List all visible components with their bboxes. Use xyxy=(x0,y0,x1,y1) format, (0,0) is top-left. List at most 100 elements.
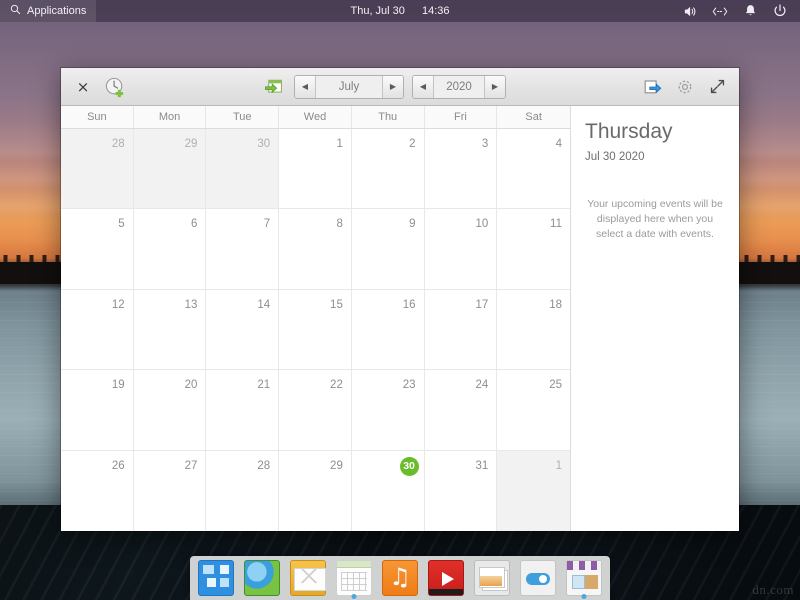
go-to-today-icon[interactable] xyxy=(262,75,286,99)
day-cell[interactable]: 7 xyxy=(206,209,280,289)
dock-item-calendar[interactable] xyxy=(336,560,372,599)
day-cell[interactable]: 5 xyxy=(61,209,134,289)
day-number: 15 xyxy=(330,298,343,311)
dock-item-music[interactable] xyxy=(382,560,418,596)
day-cell[interactable]: 23 xyxy=(351,370,425,450)
day-cell[interactable]: 18 xyxy=(497,289,570,370)
panel-clock-time: 14:36 xyxy=(421,5,450,17)
month-value: July xyxy=(316,75,382,98)
dock-item-video[interactable] xyxy=(428,560,464,596)
year-value: 2020 xyxy=(434,75,484,98)
day-cell[interactable]: 11 xyxy=(497,209,570,289)
day-cell[interactable]: 3 xyxy=(424,129,498,209)
export-icon[interactable] xyxy=(641,75,665,99)
mail-icon xyxy=(290,560,326,596)
music-icon xyxy=(382,560,418,596)
close-window-button[interactable]: × xyxy=(71,75,95,99)
day-cell[interactable]: 8 xyxy=(279,209,352,289)
top-panel: Applications Thu, Jul 30 14:36 xyxy=(0,0,800,22)
applications-menu-label: Applications xyxy=(27,5,87,17)
software-icon xyxy=(566,560,602,596)
desktop[interactable]: dn.com Applications Thu, Jul 30 14:36 × … xyxy=(0,0,800,600)
year-spinner[interactable]: ◀ 2020 ▶ xyxy=(412,74,506,99)
calendar-window[interactable]: × ◀ July ▶ ◀ 2020 ▶ Sun Mon Tue Wed Thu … xyxy=(61,68,739,531)
calendar-week-row: 19 20 21 22 23 24 25 xyxy=(61,370,570,451)
day-cell[interactable]: 1 xyxy=(497,450,570,531)
day-cell[interactable]: 20 xyxy=(133,370,207,450)
day-cell[interactable]: 31 xyxy=(424,450,498,531)
power-icon[interactable] xyxy=(772,3,788,19)
day-cell[interactable]: 22 xyxy=(279,370,352,450)
day-cell[interactable]: 12 xyxy=(61,289,134,370)
add-event-icon[interactable] xyxy=(103,75,127,99)
day-number: 25 xyxy=(549,379,562,392)
day-number: 29 xyxy=(330,459,343,472)
day-cell[interactable]: 1 xyxy=(279,129,352,209)
day-number: 30 xyxy=(257,138,271,150)
day-cell[interactable]: 19 xyxy=(61,370,134,450)
day-cell[interactable]: 27 xyxy=(133,450,207,531)
gear-icon[interactable] xyxy=(673,75,697,99)
dock-item-web-browser[interactable] xyxy=(244,560,280,596)
day-number: 10 xyxy=(475,218,489,231)
calendar-icon xyxy=(336,560,372,596)
system-tray xyxy=(682,0,800,22)
notifications-bell-icon[interactable] xyxy=(742,3,758,19)
day-cell[interactable]: 9 xyxy=(351,209,425,289)
day-cell[interactable]: 17 xyxy=(424,289,498,370)
day-cell[interactable]: 28 xyxy=(61,129,134,209)
day-cell[interactable]: 4 xyxy=(497,129,570,209)
day-cell[interactable]: 15 xyxy=(279,289,352,370)
day-cell[interactable]: 30 xyxy=(206,129,280,209)
day-cell[interactable]: 26 xyxy=(61,450,134,531)
month-prev-button[interactable]: ◀ xyxy=(295,75,316,98)
year-next-button[interactable]: ▶ xyxy=(484,75,505,98)
day-cell[interactable]: 25 xyxy=(497,370,570,450)
year-prev-button[interactable]: ◀ xyxy=(413,75,434,98)
calendar-week-row: 12 13 14 15 16 17 18 xyxy=(61,289,570,371)
side-panel-day-name: Thursday xyxy=(585,120,673,143)
day-number: 13 xyxy=(184,298,198,311)
day-cell[interactable]: 14 xyxy=(206,289,280,370)
side-panel-date: Jul 30 2020 xyxy=(585,151,645,163)
day-cell[interactable]: 21 xyxy=(206,370,280,450)
panel-clock-date: Thu, Jul 30 xyxy=(350,5,405,17)
day-cell[interactable]: 28 xyxy=(206,450,280,531)
network-icon[interactable] xyxy=(712,3,728,19)
dock-item-applications[interactable] xyxy=(198,560,234,596)
month-spinner[interactable]: ◀ July ▶ xyxy=(294,74,404,99)
dock-item-settings[interactable] xyxy=(520,560,556,596)
day-number: 26 xyxy=(111,459,125,472)
day-cell[interactable]: 2 xyxy=(351,129,425,209)
day-number: 14 xyxy=(257,298,271,311)
day-number: 7 xyxy=(263,218,271,231)
month-next-button[interactable]: ▶ xyxy=(382,75,403,98)
day-cell[interactable]: 16 xyxy=(351,289,425,370)
weekday-header-sat: Sat xyxy=(525,111,542,123)
volume-icon[interactable] xyxy=(682,3,698,19)
dock-item-photos[interactable] xyxy=(474,560,510,596)
day-cell[interactable]: 29 xyxy=(133,129,207,209)
day-number: 4 xyxy=(555,138,562,150)
day-cell[interactable]: 6 xyxy=(133,209,207,289)
day-number: 6 xyxy=(191,218,198,231)
running-indicator-dot xyxy=(351,594,357,599)
dock-item-mail[interactable] xyxy=(290,560,326,596)
day-number: 11 xyxy=(550,218,562,231)
calendar-weeks: 28 29 30 1 2 3 4 5 6 7 8 9 10 11 12 13 14 15 16 17 18 19 20 21 2… xyxy=(61,129,570,531)
calendar-week-row: 5 6 7 8 9 10 11 xyxy=(61,209,570,290)
day-cell[interactable]: 13 xyxy=(133,289,207,370)
day-cell[interactable]: 29 xyxy=(279,450,352,531)
day-number: 29 xyxy=(184,138,198,150)
day-cell[interactable]: 10 xyxy=(424,209,498,289)
video-icon xyxy=(428,560,464,596)
dock-item-software[interactable] xyxy=(566,560,602,599)
day-number: 28 xyxy=(257,459,271,472)
day-cell-today[interactable]: 30 xyxy=(351,450,425,531)
applications-menu-button[interactable]: Applications xyxy=(0,0,97,22)
search-icon xyxy=(10,4,21,18)
fullscreen-icon[interactable] xyxy=(705,75,729,99)
day-number: 3 xyxy=(481,138,489,150)
panel-clock[interactable]: Thu, Jul 30 14:36 xyxy=(0,5,800,17)
day-cell[interactable]: 24 xyxy=(424,370,498,450)
